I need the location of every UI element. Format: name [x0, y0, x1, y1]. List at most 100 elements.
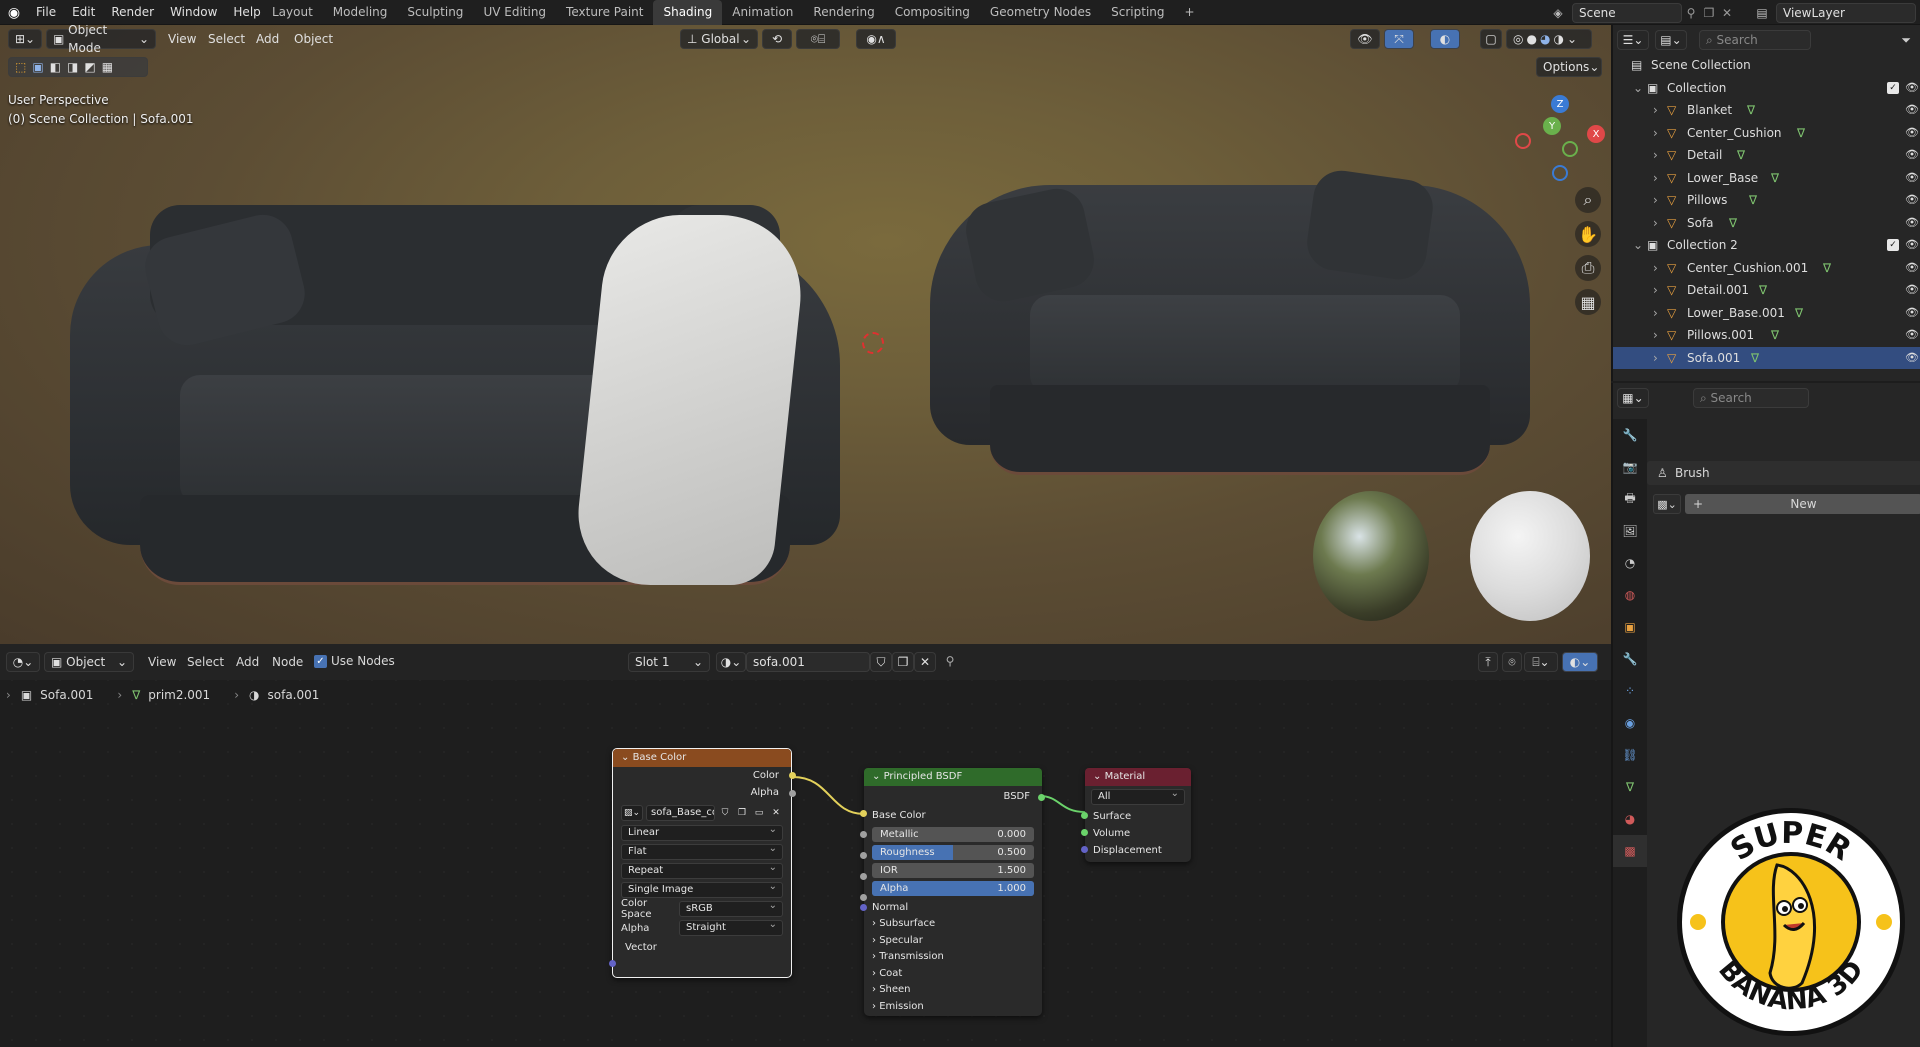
outliner-scene-collection[interactable]: ▤ Scene Collection — [1613, 54, 1920, 76]
input-roughness-socket[interactable] — [860, 852, 867, 859]
bsdf-panel-sheen[interactable]: › Sheen — [864, 982, 1042, 999]
render-tab-icon[interactable]: 📷 — [1613, 451, 1647, 483]
viewport-menu-select[interactable]: Select — [208, 32, 245, 46]
collection-checkbox-icon[interactable]: ✓ — [1887, 81, 1899, 94]
gizmo-y-axis[interactable]: Y — [1543, 117, 1561, 135]
gizmo-toggle-icon[interactable]: ⤧ — [1384, 29, 1414, 49]
source-dropdown[interactable]: Single Image — [621, 880, 783, 898]
perspective-grid-icon[interactable]: ▦ — [1575, 289, 1601, 315]
view-layer-tab-icon[interactable]: 🖼 — [1613, 515, 1647, 547]
viewport-menu-object[interactable]: Object — [294, 32, 333, 46]
bsdf-panel-coat[interactable]: › Coat — [864, 966, 1042, 983]
texture-browse-icon[interactable]: ▩⌄ — [1653, 494, 1681, 514]
filter-icon[interactable]: ⏷ — [1901, 33, 1911, 48]
chevron-right-icon[interactable]: › — [1653, 122, 1658, 144]
3d-viewport[interactable]: ⊞⌄ ▣ Object Mode ⌄ View Select Add Object… — [0, 25, 1611, 644]
input-base-color-socket[interactable] — [860, 810, 867, 817]
outliner-object-row[interactable]: › ▽ Lower_Base.001 ∇ 👁 — [1613, 302, 1920, 324]
output-tab-icon[interactable]: 🖶 — [1613, 483, 1647, 515]
mode-dropdown[interactable]: ▣ Object Mode ⌄ — [46, 25, 156, 55]
navigation-gizmo[interactable]: Z Y X — [1515, 95, 1605, 185]
scene-name-field[interactable]: Scene — [1572, 2, 1682, 23]
wireframe-shading-icon[interactable]: ◎ — [1513, 30, 1523, 48]
display-mode-icon[interactable]: ▤⌄ — [1655, 30, 1687, 50]
outliner-object-row[interactable]: › ▽ Detail ∇ 👁 — [1613, 144, 1920, 166]
pin-icon[interactable]: ⚲ — [1682, 6, 1700, 20]
visibility-icon[interactable]: 👁 — [1350, 29, 1380, 49]
bsdf-panel-specular[interactable]: › Specular — [864, 933, 1042, 950]
particles-tab-icon[interactable]: ⁘ — [1613, 675, 1647, 707]
blender-logo-icon[interactable]: ◉ — [4, 3, 24, 23]
tab-compositing[interactable]: Compositing — [885, 0, 980, 25]
select-invert-icon[interactable]: ◩ — [84, 58, 95, 76]
3d-cursor[interactable] — [862, 332, 884, 354]
mesh-data-icon[interactable]: ∇ — [1737, 144, 1745, 166]
brush-panel[interactable]: ♙ Brush — [1647, 461, 1920, 485]
viewport-menu-add[interactable]: Add — [256, 32, 279, 46]
node-header[interactable]: ⌄ Base Color — [613, 749, 791, 767]
editor-type-icon[interactable]: ☰⌄ — [1617, 30, 1649, 50]
eye-icon[interactable]: 👁 — [1905, 234, 1919, 256]
data-tab-icon[interactable]: ∇ — [1613, 771, 1647, 803]
mesh-data-icon[interactable]: ∇ — [1749, 189, 1757, 211]
output-alpha-socket[interactable] — [789, 790, 796, 797]
outliner-object-row[interactable]: › ▽ Blanket ∇ 👁 — [1613, 99, 1920, 121]
outliner-object-row[interactable]: › ▽ Detail.001 ∇ 👁 — [1613, 279, 1920, 301]
tab-animation[interactable]: Animation — [722, 0, 803, 25]
sofa-right[interactable] — [930, 165, 1530, 485]
object-tab-icon[interactable]: ▣ — [1613, 611, 1647, 643]
transform-orientation-dropdown[interactable]: ⊥ Global ⌄ — [680, 29, 758, 49]
select-new-icon[interactable]: ▣ — [32, 58, 43, 76]
tab-shading[interactable]: Shading — [653, 0, 723, 25]
outliner-object-row[interactable]: › ▽ Center_Cushion.001 ∇ 👁 — [1613, 257, 1920, 279]
view-layer-selector[interactable]: ▤ ViewLayer — [1752, 2, 1916, 23]
image-texture-node[interactable]: ⌄ Base Color Color Alpha ▨⌄ sofa_Base_co… — [609, 748, 796, 978]
mesh-data-icon[interactable]: ∇ — [1795, 302, 1803, 324]
eye-icon[interactable]: 👁 — [1905, 347, 1919, 369]
tab-texture-paint[interactable]: Texture Paint — [556, 0, 653, 25]
projection-dropdown[interactable]: Flat — [621, 842, 783, 860]
tab-modeling[interactable]: Modeling — [323, 0, 398, 25]
eye-icon[interactable]: 👁 — [1905, 144, 1919, 166]
open-folder-icon[interactable]: ▭ — [752, 808, 766, 818]
tab-geometry-nodes[interactable]: Geometry Nodes — [980, 0, 1101, 25]
eye-icon[interactable]: 👁 — [1905, 99, 1919, 121]
viewport-menu-view[interactable]: View — [168, 32, 196, 46]
mesh-data-icon[interactable]: ∇ — [1771, 167, 1779, 189]
outliner-object-row[interactable]: › ▽ Sofa ∇ 👁 — [1613, 212, 1920, 234]
bsdf-slider-ior[interactable]: IOR 1.500 — [872, 863, 1034, 878]
physics-tab-icon[interactable]: ◉ — [1613, 707, 1647, 739]
unlink-image-icon[interactable]: ✕ — [769, 808, 783, 818]
tab-scripting[interactable]: Scripting — [1101, 0, 1174, 25]
properties-search-input[interactable]: ⌕ Search — [1693, 388, 1809, 408]
pivot-point-icon[interactable]: ⟲ — [762, 29, 792, 49]
tool-tab-icon[interactable]: 🔧 — [1613, 419, 1647, 451]
chevron-right-icon[interactable]: › — [1653, 212, 1658, 234]
shader-node-editor[interactable]: ◔⌄ ▣ Object ⌄ View Select Add Node ✓ Use … — [0, 644, 1611, 1047]
collection-checkbox-icon[interactable]: ✓ — [1887, 239, 1899, 251]
add-workspace-icon[interactable]: + — [1175, 0, 1205, 25]
mesh-data-icon[interactable]: ∇ — [1751, 347, 1759, 369]
menu-window[interactable]: Window — [162, 0, 225, 25]
eye-icon[interactable]: 👁 — [1905, 77, 1919, 99]
gizmo-x-axis[interactable]: X — [1587, 125, 1605, 143]
scene-tab-icon[interactable]: ◔ — [1613, 547, 1647, 579]
zoom-icon[interactable]: ⌕ — [1575, 187, 1601, 213]
menu-render[interactable]: Render — [103, 0, 162, 25]
close-icon[interactable]: ✕ — [1718, 6, 1736, 20]
eye-icon[interactable]: 👁 — [1905, 122, 1919, 144]
mesh-data-icon[interactable]: ∇ — [1797, 122, 1805, 144]
outliner-collection[interactable]: ⌄ ▣ Collection 2 ✓ 👁 — [1613, 234, 1920, 256]
tab-rendering[interactable]: Rendering — [803, 0, 884, 25]
solid-shading-icon[interactable]: ● — [1526, 30, 1536, 48]
eye-icon[interactable]: 👁 — [1905, 212, 1919, 234]
mesh-data-icon[interactable]: ∇ — [1729, 212, 1737, 234]
gizmo-neg-x[interactable] — [1515, 133, 1531, 149]
eye-icon[interactable]: 👁 — [1905, 279, 1919, 301]
bsdf-panel-emission[interactable]: › Emission — [864, 999, 1042, 1016]
constraints-tab-icon[interactable]: ⛓ — [1613, 739, 1647, 771]
outliner-object-row[interactable]: › ▽ Sofa.001 ∇ 👁 — [1613, 346, 1920, 369]
output-bsdf-socket[interactable] — [1038, 794, 1045, 801]
mesh-data-icon[interactable]: ∇ — [1759, 279, 1767, 301]
chevron-down-icon[interactable]: ⌄ — [1633, 77, 1643, 99]
